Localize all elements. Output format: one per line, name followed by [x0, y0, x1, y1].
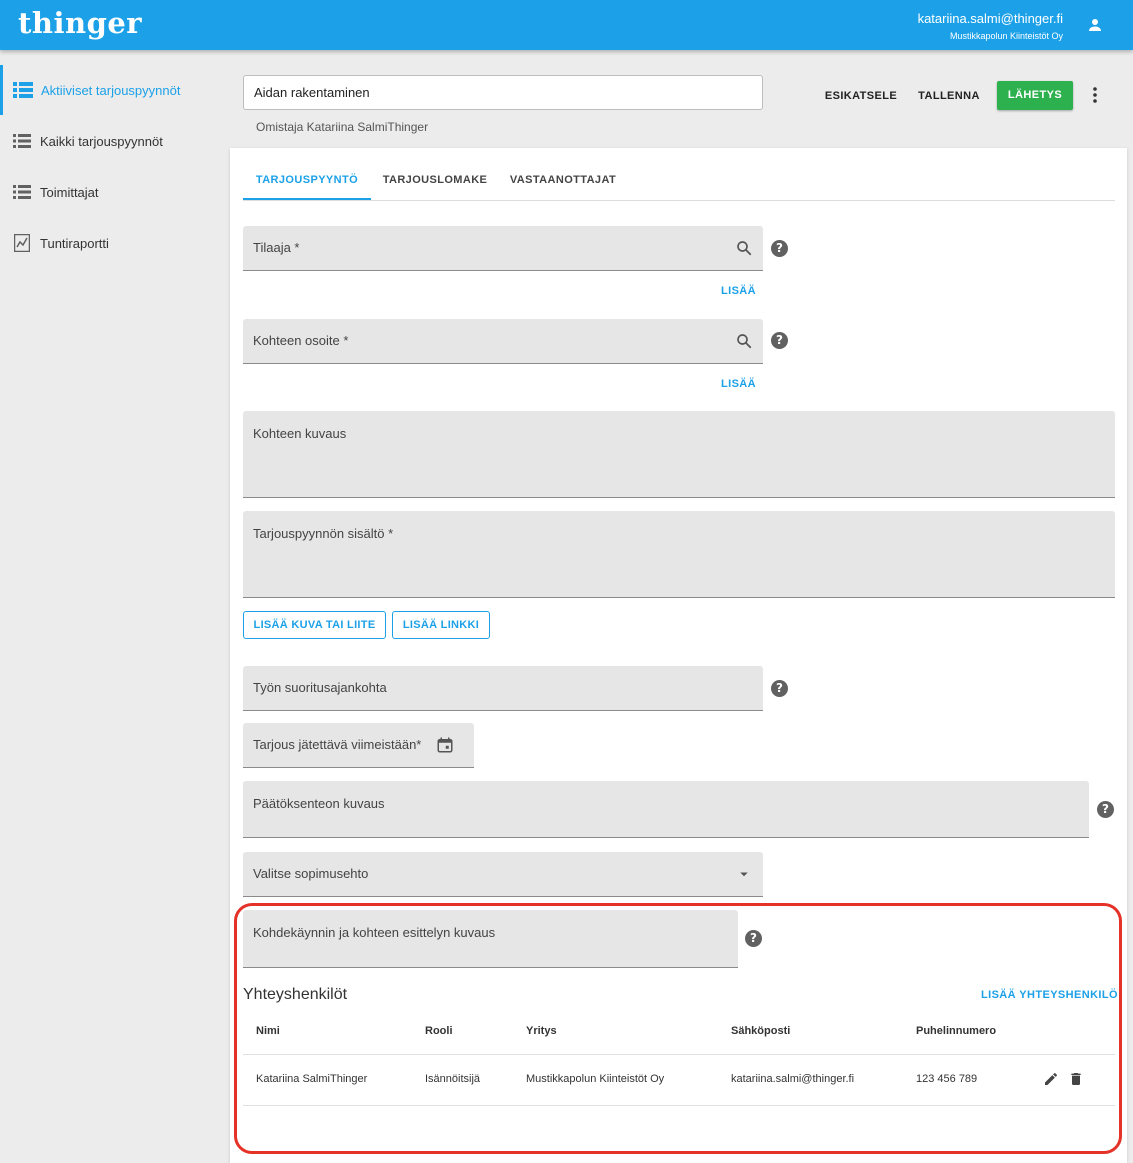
help-icon[interactable]: ? [771, 332, 788, 349]
delete-icon[interactable] [1068, 1071, 1084, 1087]
report-chart-icon [12, 234, 32, 252]
thinger-logo[interactable]: thinger [18, 6, 142, 40]
deadline-label: Tarjous jätettävä viimeistään* [253, 737, 422, 752]
edit-icon[interactable] [1043, 1071, 1059, 1087]
add-address-button[interactable]: LISÄÄ [721, 378, 756, 390]
address-label: Kohteen osoite * [253, 333, 349, 348]
contact-email: katariina.salmi@thinger.fi [731, 1073, 855, 1085]
sidebar-item-hour-report[interactable]: Tuntiraportti [0, 218, 230, 268]
table-header-divider [243, 1054, 1115, 1055]
account-icon[interactable] [1086, 16, 1104, 34]
list-icon [12, 132, 32, 150]
sidebar-item-suppliers[interactable]: Toimittajat [0, 167, 230, 217]
contact-name: Katariina SalmiThinger [256, 1073, 368, 1085]
site-visit-label: Kohdekäynnin ja kohteen esittelyn kuvaus [253, 925, 496, 940]
send-button[interactable]: LÄHETYS [997, 81, 1073, 110]
tab-vastaanottajat[interactable]: VASTAANOTTAJAT [500, 166, 626, 200]
add-contact-button[interactable]: LISÄÄ YHTEYSHENKILÖ [981, 989, 1118, 1001]
dropdown-arrow-icon[interactable] [735, 865, 753, 883]
search-icon[interactable] [735, 332, 753, 350]
contact-role: Isännöitsijä [425, 1073, 481, 1085]
table-row-divider [243, 1105, 1115, 1106]
sidebar-item-all-requests[interactable]: Kaikki tarjouspyynnöt [0, 116, 230, 166]
more-vert-icon[interactable] [1088, 86, 1102, 104]
list-icon [12, 183, 32, 201]
request-content-label: Tarjouspyynnön sisältö * [253, 526, 394, 541]
help-icon[interactable]: ? [771, 240, 788, 257]
add-link-button[interactable]: LISÄÄ LINKKI [392, 611, 490, 639]
user-company: Mustikkapolun Kiinteistöt Oy [949, 31, 1063, 41]
column-header-phone: Puhelinnumero [916, 1025, 997, 1037]
tab-tarjouslomake[interactable]: TARJOUSLOMAKE [375, 166, 495, 200]
help-icon[interactable]: ? [771, 680, 788, 697]
contacts-title: Yhteyshenkilöt [243, 986, 348, 1003]
help-icon[interactable]: ? [745, 930, 762, 947]
decision-label: Päätöksenteon kuvaus [253, 796, 385, 811]
user-email: katariina.salmi@thinger.fi [917, 11, 1063, 26]
deadline-date-field[interactable]: Tarjous jätettävä viimeistään* [243, 723, 474, 768]
sidebar-item-label: Toimittajat [40, 184, 99, 200]
request-title-input[interactable]: Aidan rakentaminen [243, 75, 763, 110]
save-button[interactable]: TALLENNA [913, 81, 985, 111]
tab-tarjouspyynto[interactable]: TARJOUSPYYNTÖ [243, 166, 371, 200]
search-icon[interactable] [735, 239, 753, 257]
column-header-name: Nimi [256, 1025, 280, 1037]
work-time-label: Työn suoritusajankohta [253, 680, 387, 695]
site-description-field[interactable]: Kohteen kuvaus [243, 411, 1115, 498]
preview-button[interactable]: ESIKATSELE [822, 81, 900, 111]
column-header-email: Sähköposti [731, 1025, 791, 1037]
grid-list-icon [13, 81, 33, 99]
orderer-search-field[interactable]: Tilaaja * [243, 226, 763, 271]
add-orderer-button[interactable]: LISÄÄ [721, 285, 756, 297]
request-form-card [230, 148, 1127, 1163]
user-info: katariina.salmi@thinger.fi Mustikkapolun… [918, 11, 1063, 44]
contact-company: Mustikkapolun Kiinteistöt Oy [526, 1073, 665, 1085]
column-header-company: Yritys [526, 1025, 557, 1037]
site-description-label: Kohteen kuvaus [253, 426, 347, 441]
site-visit-description-field[interactable]: Kohdekäynnin ja kohteen esittelyn kuvaus [243, 910, 738, 968]
request-content-field[interactable]: Tarjouspyynnön sisältö * [243, 511, 1115, 598]
column-header-role: Rooli [425, 1025, 453, 1037]
address-search-field[interactable]: Kohteen osoite * [243, 319, 763, 364]
contract-label: Valitse sopimusehto [253, 866, 369, 881]
owner-text: Omistaja Katariina SalmiThinger [256, 120, 429, 134]
decision-description-field[interactable]: Päätöksenteon kuvaus [243, 781, 1089, 838]
sidebar-item-label: Tuntiraportti [40, 235, 109, 251]
sidebar: Aktiiviset tarjouspyynnöt Kaikki tarjous… [0, 50, 230, 1163]
orderer-label: Tilaaja * [253, 240, 300, 255]
add-attachment-button[interactable]: LISÄÄ KUVA TAI LIITE [243, 611, 386, 639]
contract-terms-select[interactable]: Valitse sopimusehto [243, 852, 763, 897]
tabs-divider [243, 200, 1115, 201]
calendar-icon[interactable] [436, 736, 454, 754]
sidebar-item-active-requests[interactable]: Aktiiviset tarjouspyynnöt [0, 65, 230, 115]
sidebar-item-label: Kaikki tarjouspyynnöt [40, 133, 163, 149]
work-time-field[interactable]: Työn suoritusajankohta [243, 666, 763, 711]
top-app-bar: thinger katariina.salmi@thinger.fi Musti… [0, 0, 1133, 50]
sidebar-item-label: Aktiiviset tarjouspyynnöt [41, 82, 181, 98]
contact-phone: 123 456 789 [916, 1073, 978, 1085]
help-icon[interactable]: ? [1097, 801, 1114, 818]
